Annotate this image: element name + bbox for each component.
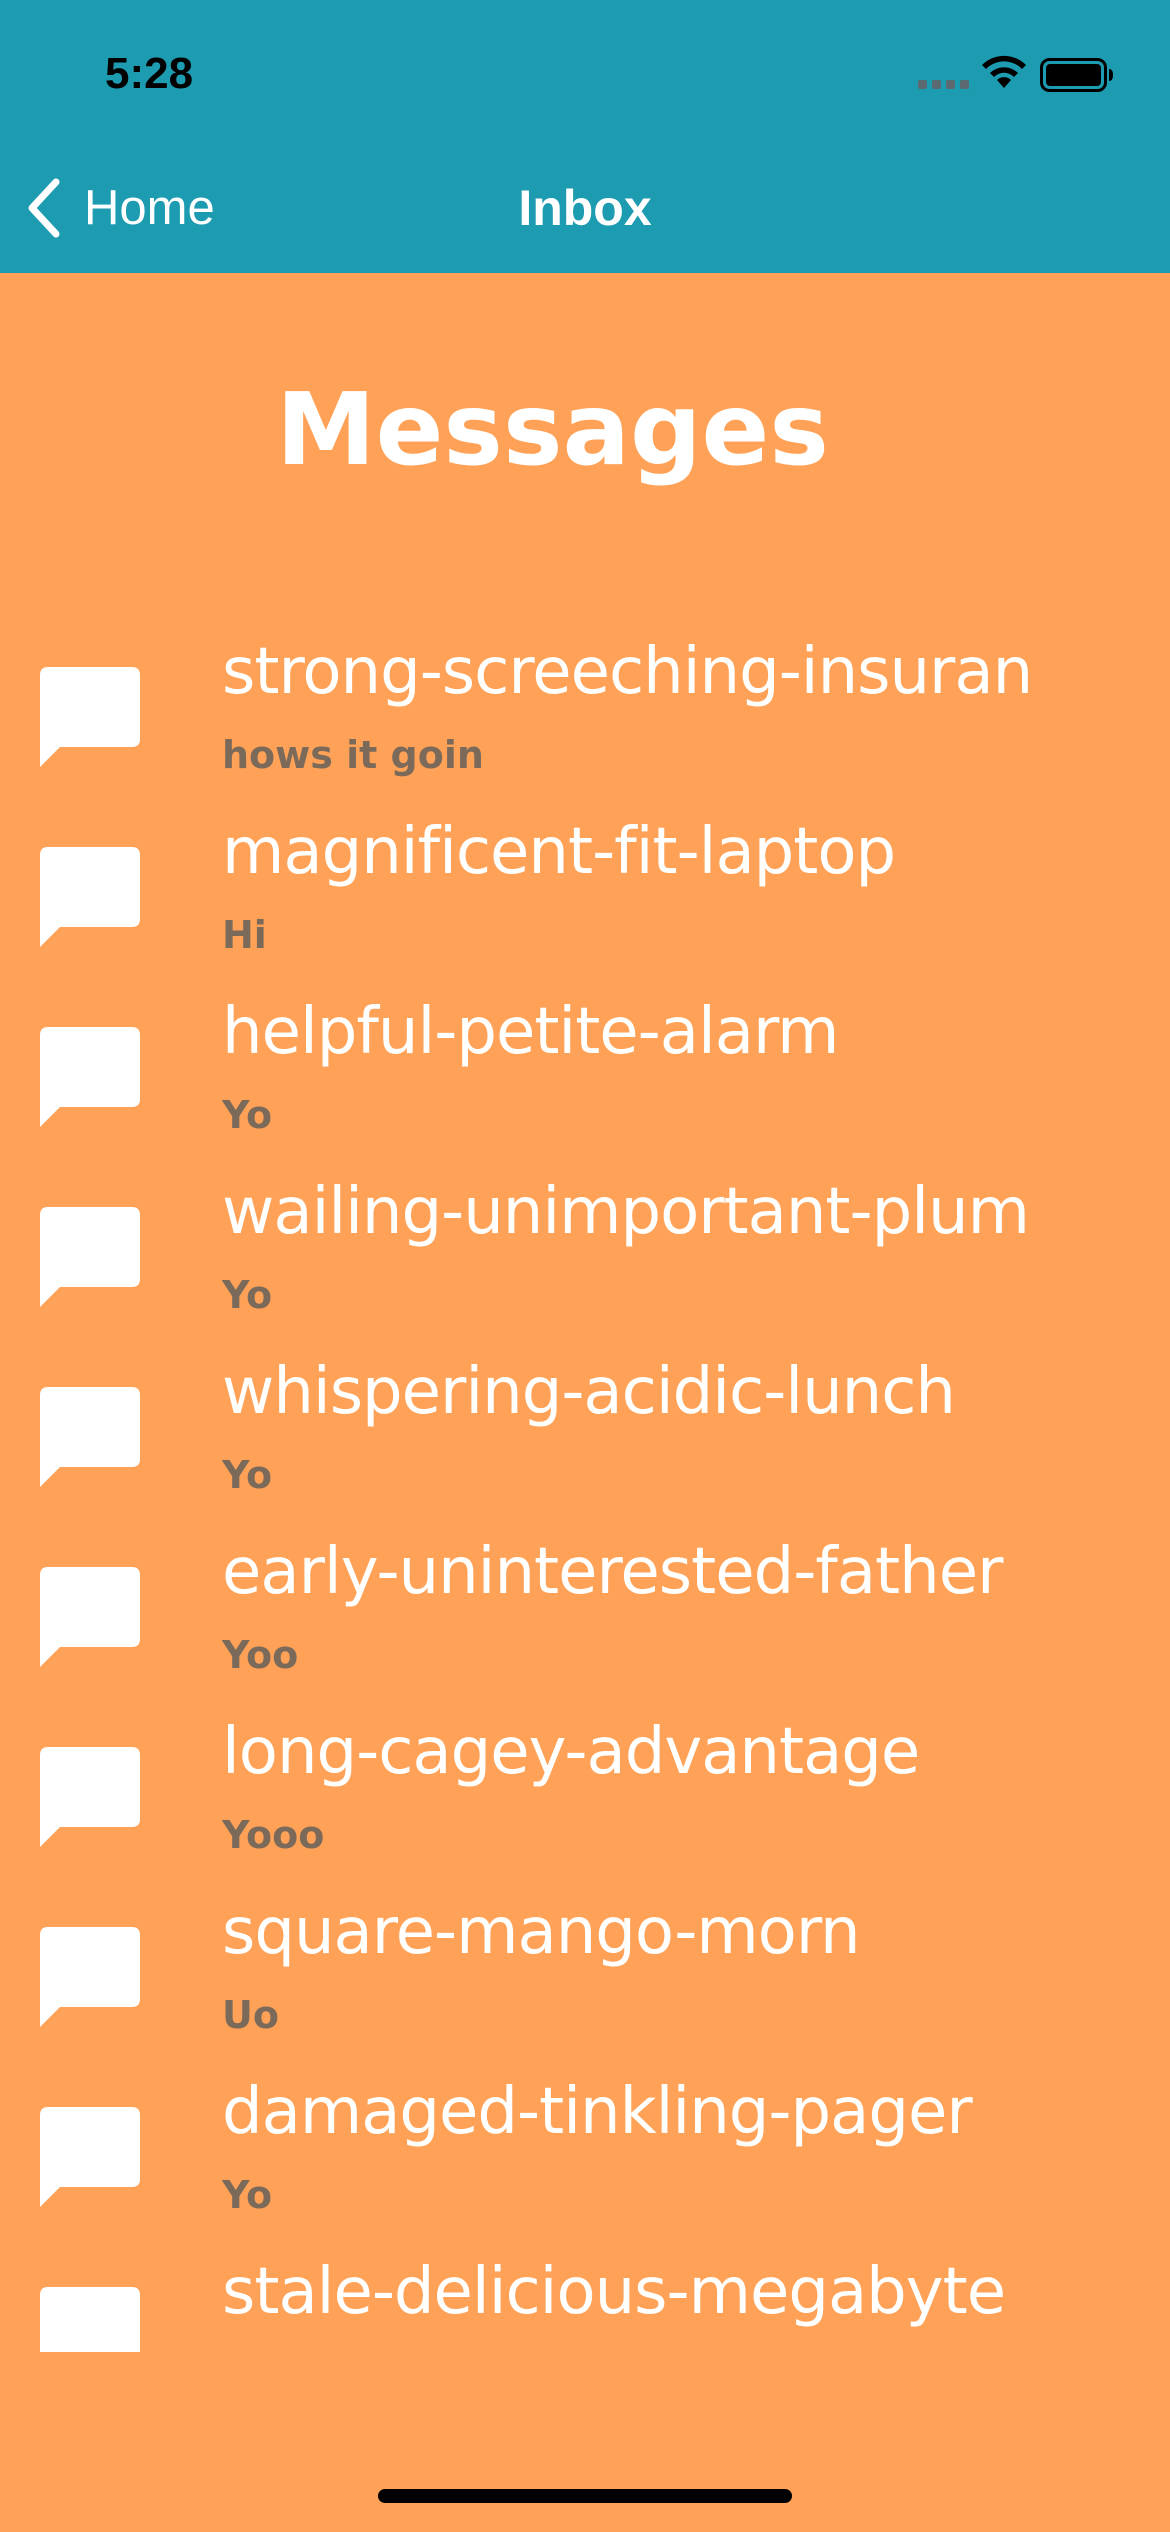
- navigation-header: 5:28 Home Inbox: [0, 0, 1170, 273]
- message-preview: Yo: [222, 1093, 273, 1137]
- back-button-label: Home: [84, 181, 215, 235]
- message-row[interactable]: strong-screeching-insuran hows it goin: [0, 620, 1170, 800]
- message-preview: Uo: [222, 1993, 279, 2037]
- message-name: whispering-acidic-lunch: [222, 1355, 956, 1429]
- chat-bubble-icon: [40, 1387, 140, 1487]
- message-row[interactable]: whispering-acidic-lunch Yo: [0, 1340, 1170, 1520]
- message-name: square-mango-morn: [222, 1895, 861, 1969]
- wifi-icon: [982, 55, 1026, 88]
- chevron-left-icon: [28, 178, 60, 238]
- message-row[interactable]: helpful-petite-alarm Yo: [0, 980, 1170, 1160]
- message-name: helpful-petite-alarm: [222, 995, 840, 1069]
- message-list: strong-screeching-insuran hows it goin m…: [0, 620, 1170, 2352]
- chat-bubble-icon: [40, 1567, 140, 1667]
- chat-bubble-icon: [40, 1927, 140, 2027]
- message-preview: Hi: [222, 913, 267, 957]
- status-time: 5:28: [105, 49, 194, 98]
- page-title: Messages: [276, 371, 829, 488]
- back-button[interactable]: Home: [24, 176, 215, 240]
- message-preview: Yooo: [222, 1813, 325, 1857]
- cellular-signal-icon: [918, 80, 969, 89]
- message-name: strong-screeching-insuran: [222, 635, 1033, 709]
- battery-icon: [1040, 58, 1113, 92]
- message-preview: Yoo: [222, 1633, 299, 1677]
- message-row[interactable]: wailing-unimportant-plum Yo: [0, 1160, 1170, 1340]
- message-row[interactable]: magnificent-fit-laptop Hi: [0, 800, 1170, 980]
- message-name: wailing-unimportant-plum: [222, 1175, 1030, 1249]
- message-row[interactable]: early-uninterested-father Yoo: [0, 1520, 1170, 1700]
- chat-bubble-icon: [40, 2107, 140, 2207]
- message-name: stale-delicious-megabyte: [222, 2255, 1006, 2329]
- message-name: early-uninterested-father: [222, 1535, 1003, 1609]
- message-preview: hows it goin: [222, 733, 484, 777]
- chat-bubble-icon: [40, 847, 140, 947]
- chat-bubble-icon: [40, 1207, 140, 1307]
- message-row[interactable]: square-mango-morn Uo: [0, 1880, 1170, 2060]
- message-name: damaged-tinkling-pager: [222, 2075, 973, 2149]
- chat-bubble-icon: [40, 1027, 140, 1127]
- message-preview: Yo: [222, 1273, 273, 1317]
- chat-bubble-icon: [40, 2287, 140, 2352]
- home-indicator[interactable]: [378, 2489, 792, 2503]
- message-row[interactable]: stale-delicious-megabyte: [0, 2240, 1170, 2352]
- message-preview: Yo: [222, 1453, 273, 1497]
- message-row[interactable]: long-cagey-advantage Yooo: [0, 1700, 1170, 1880]
- chat-bubble-icon: [40, 1747, 140, 1847]
- message-name: magnificent-fit-laptop: [222, 815, 896, 889]
- message-row[interactable]: damaged-tinkling-pager Yo: [0, 2060, 1170, 2240]
- message-preview: Yo: [222, 2173, 273, 2217]
- chat-bubble-icon: [40, 667, 140, 767]
- message-name: long-cagey-advantage: [222, 1715, 920, 1789]
